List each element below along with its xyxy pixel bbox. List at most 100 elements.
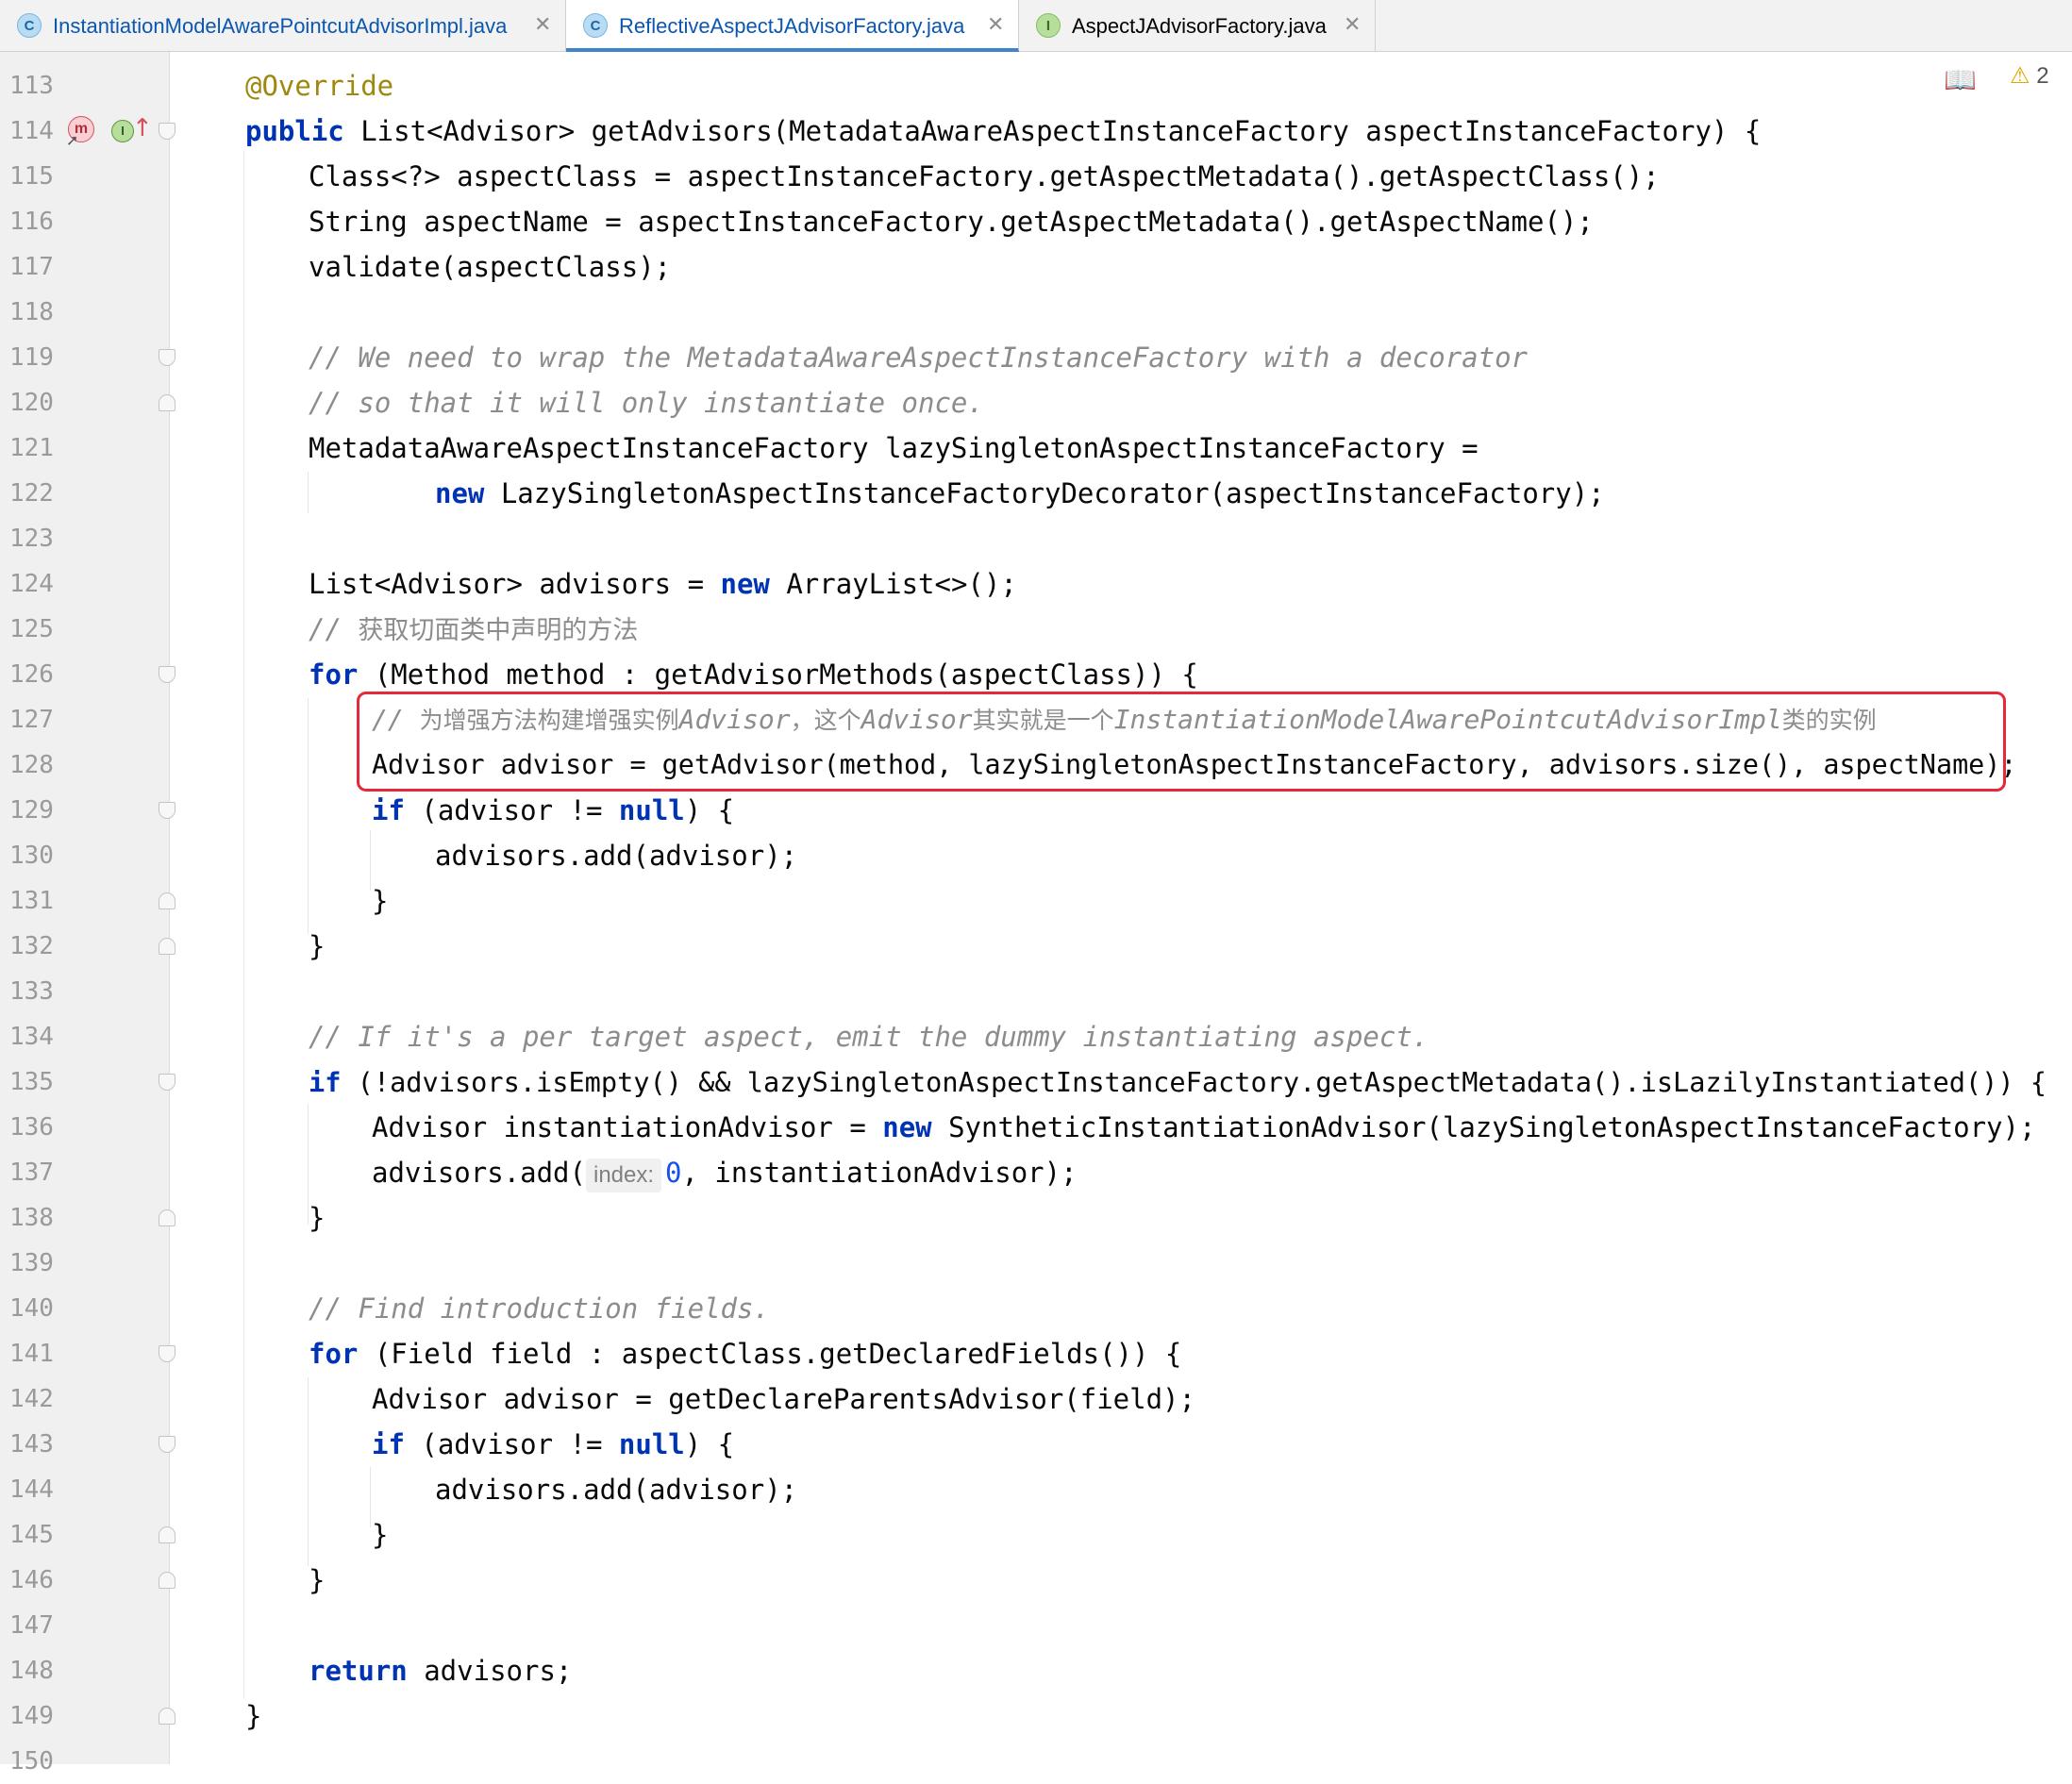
line-number: 146: [9, 1566, 54, 1594]
code-text[interactable]: Class<?> aspectClass = aspectInstanceFac…: [309, 154, 1660, 199]
fold-marker[interactable]: [159, 892, 175, 909]
line-number: 138: [9, 1204, 54, 1232]
line-number: 135: [9, 1068, 54, 1096]
close-icon[interactable]: ✕: [987, 12, 1004, 37]
line-number: 127: [9, 706, 54, 734]
code-text[interactable]: }: [245, 1693, 261, 1739]
line-number: 116: [9, 208, 54, 236]
class-icon: C: [17, 13, 42, 38]
code-line: 148 return advisors;: [0, 1648, 2072, 1693]
line-number: 125: [9, 615, 54, 643]
tab-label: InstantiationModelAwarePointcutAdvisorIm…: [53, 14, 508, 38]
line-number: 120: [9, 389, 54, 417]
code-text[interactable]: advisors.add(index: 0, instantiationAdvis…: [372, 1150, 1078, 1195]
fold-marker[interactable]: [159, 1708, 175, 1725]
fold-marker[interactable]: [159, 394, 175, 411]
code-text[interactable]: }: [372, 878, 388, 924]
code-line: 149 }: [0, 1693, 2072, 1739]
code-text[interactable]: if (!advisors.isEmpty() && lazySingleton…: [309, 1059, 2047, 1105]
code-text[interactable]: public List<Advisor> getAdvisors(Metadat…: [245, 108, 1761, 154]
code-line: 121 MetadataAwareAspectInstanceFactory l…: [0, 425, 2072, 471]
code-text[interactable]: if (advisor != null) {: [372, 788, 734, 833]
code-text[interactable]: return advisors;: [309, 1648, 572, 1693]
highlight-annotation-box: [357, 692, 2006, 792]
code-line: 117 validate(aspectClass);: [0, 244, 2072, 290]
code-text[interactable]: Advisor instantiationAdvisor = new Synth…: [372, 1105, 2035, 1150]
line-number: 150: [9, 1747, 54, 1776]
line-number: 122: [9, 479, 54, 508]
line-number: 140: [9, 1294, 54, 1323]
line-number: 143: [9, 1430, 54, 1459]
line-number: 136: [9, 1113, 54, 1142]
up-arrow-icon[interactable]: ↑: [132, 114, 153, 142]
tab-aspectj-advisor-factory[interactable]: I AspectJAdvisorFactory.java ✕: [1019, 0, 1376, 52]
code-line: 139: [0, 1241, 2072, 1286]
fold-marker[interactable]: [159, 1436, 175, 1453]
code-comment[interactable]: // so that it will only instantiate once…: [309, 380, 984, 425]
code-line: 141 for (Field field : aspectClass.getDe…: [0, 1331, 2072, 1376]
close-icon[interactable]: ✕: [1344, 12, 1361, 37]
code-line: 138 }: [0, 1195, 2072, 1241]
code-line: 140 // Find introduction fields.: [0, 1286, 2072, 1331]
line-number: 141: [9, 1340, 54, 1368]
line-number: 147: [9, 1611, 54, 1640]
code-text[interactable]: for (Method method : getAdvisorMethods(a…: [309, 652, 1198, 697]
line-number: 129: [9, 796, 54, 825]
code-text[interactable]: }: [372, 1512, 388, 1558]
code-line: 134 // If it's a per target aspect, emit…: [0, 1014, 2072, 1059]
code-comment[interactable]: // Find introduction fields.: [309, 1286, 770, 1331]
code-line: 126 for (Method method : getAdvisorMetho…: [0, 652, 2072, 697]
fold-marker[interactable]: [159, 802, 175, 819]
code-line: 122 new LazySingletonAspectInstanceFacto…: [0, 471, 2072, 516]
code-text[interactable]: Advisor advisor = getDeclareParentsAdvis…: [372, 1376, 1195, 1422]
code-text[interactable]: new LazySingletonAspectInstanceFactoryDe…: [435, 471, 1605, 516]
code-comment[interactable]: // 获取切面类中声明的方法: [309, 607, 638, 652]
code-line: 135 if (!advisors.isEmpty() && lazySingl…: [0, 1059, 2072, 1105]
code-text[interactable]: List<Advisor> advisors = new ArrayList<>…: [309, 561, 1017, 607]
editor-tab-bar: C InstantiationModelAwarePointcutAdvisor…: [0, 0, 2072, 52]
code-text[interactable]: advisors.add(advisor);: [435, 833, 797, 878]
code-text[interactable]: }: [309, 1195, 325, 1241]
fold-marker[interactable]: [159, 123, 175, 140]
code-line: 145 }: [0, 1512, 2072, 1558]
code-line: 143 if (advisor != null) {: [0, 1422, 2072, 1467]
fold-marker[interactable]: [159, 349, 175, 366]
line-number: 128: [9, 751, 54, 779]
code-text[interactable]: MetadataAwareAspectInstanceFactory lazyS…: [309, 425, 1479, 471]
fold-marker[interactable]: [159, 1526, 175, 1543]
code-comment[interactable]: // We need to wrap the MetadataAwareAspe…: [309, 335, 1528, 380]
close-icon[interactable]: ✕: [534, 12, 551, 37]
code-text[interactable]: advisors.add(advisor);: [435, 1467, 797, 1512]
fold-marker[interactable]: [159, 1345, 175, 1362]
fold-marker[interactable]: [159, 938, 175, 955]
tab-instantiation-model-advisor-impl[interactable]: C InstantiationModelAwarePointcutAdvisor…: [0, 0, 566, 52]
code-line: 130 advisors.add(advisor);: [0, 833, 2072, 878]
fold-marker[interactable]: [159, 1209, 175, 1226]
code-line: 137 advisors.add(index: 0, instantiationA…: [0, 1150, 2072, 1195]
tab-reflective-aspectj-advisor-factory[interactable]: C ReflectiveAspectJAdvisorFactory.java ✕: [566, 0, 1019, 52]
code-text[interactable]: }: [309, 924, 325, 969]
line-number: 137: [9, 1159, 54, 1187]
parameter-hint: index:: [585, 1159, 662, 1192]
implements-interface-icon[interactable]: I: [111, 120, 134, 142]
code-text[interactable]: for (Field field : aspectClass.getDeclar…: [309, 1331, 1181, 1376]
code-comment[interactable]: // If it's a per target aspect, emit the…: [309, 1014, 1429, 1059]
code-line: 113 @Override: [0, 63, 2072, 108]
code-text[interactable]: String aspectName = aspectInstanceFactor…: [309, 199, 1594, 244]
line-number: 133: [9, 977, 54, 1006]
fold-marker[interactable]: [159, 1074, 175, 1091]
code-line: 150: [0, 1739, 2072, 1784]
code-line: 118: [0, 290, 2072, 335]
arrow-icon: ➚: [66, 131, 79, 149]
code-text[interactable]: if (advisor != null) {: [372, 1422, 734, 1467]
line-number: 117: [9, 253, 54, 281]
fold-marker[interactable]: [159, 666, 175, 683]
line-number: 115: [9, 162, 54, 191]
code-text[interactable]: @Override: [245, 63, 393, 108]
fold-marker[interactable]: [159, 1572, 175, 1589]
code-line: 119 // We need to wrap the MetadataAware…: [0, 335, 2072, 380]
code-text[interactable]: validate(aspectClass);: [309, 244, 671, 290]
code-text[interactable]: }: [309, 1558, 325, 1603]
tab-label: ReflectiveAspectJAdvisorFactory.java: [619, 14, 965, 38]
line-number: 126: [9, 660, 54, 689]
